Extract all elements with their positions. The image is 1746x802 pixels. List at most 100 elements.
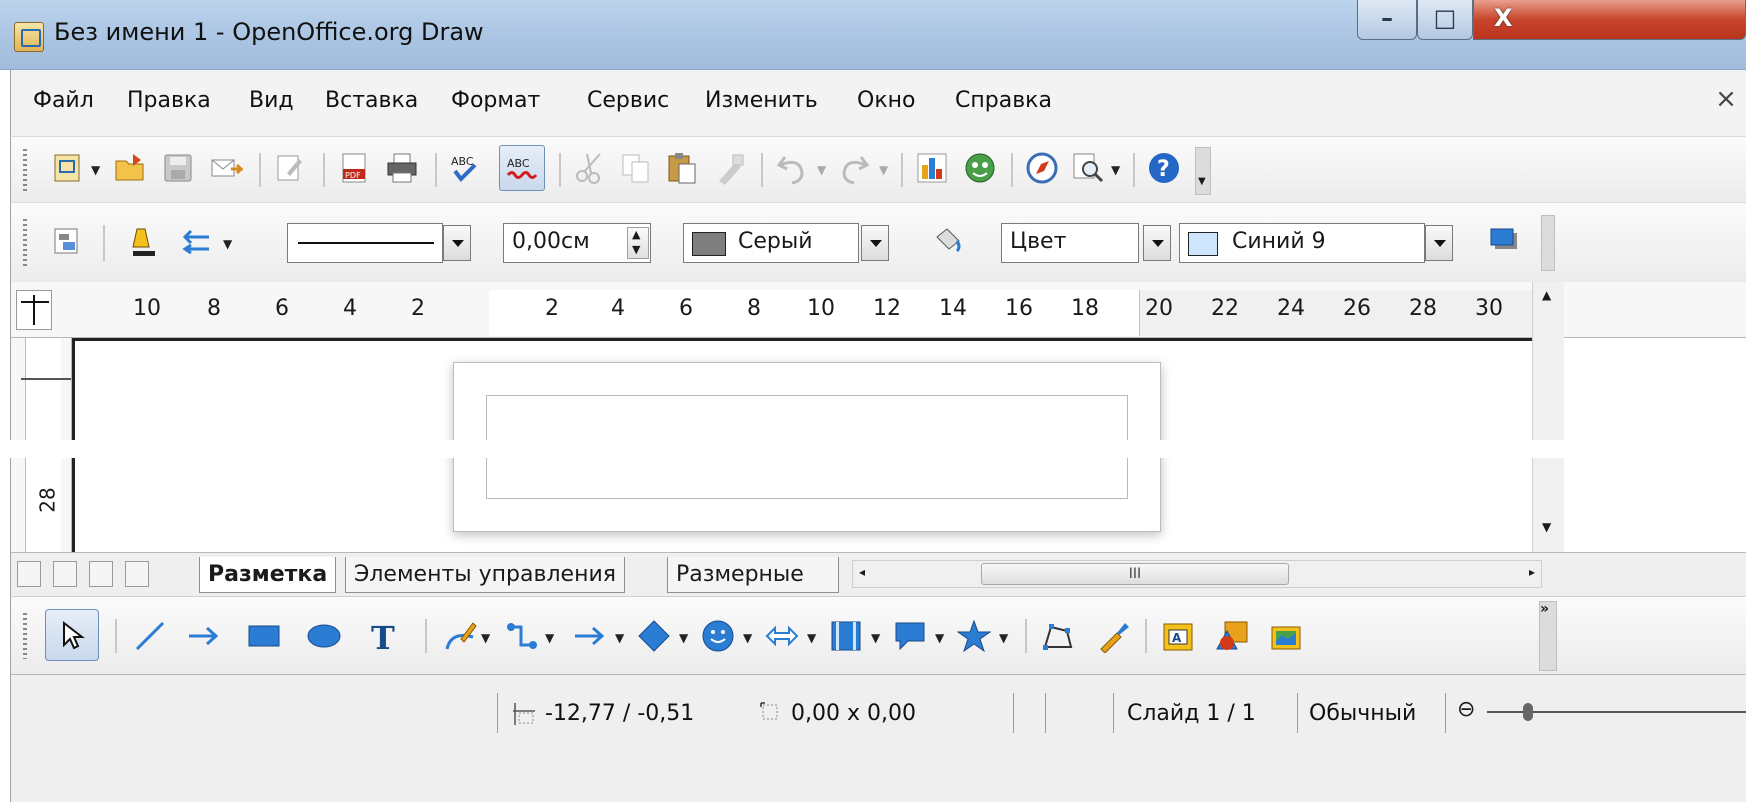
zoom-dropdown-icon[interactable]: ▼	[1111, 163, 1120, 177]
line-color-select[interactable]: Серый	[683, 223, 859, 263]
drawing-toolbar-overflow-button[interactable]: »	[1539, 601, 1557, 671]
arrow-style-dropdown-icon[interactable]: ▼	[223, 237, 232, 251]
close-document-icon[interactable]: ×	[1706, 84, 1746, 114]
save-icon[interactable]	[161, 151, 195, 185]
line-arrow-icon[interactable]	[187, 619, 221, 653]
spellcheck-icon[interactable]: ABC	[449, 151, 483, 185]
curve-dropdown-icon[interactable]: ▼	[481, 631, 490, 645]
fontwork-icon[interactable]: A	[1161, 619, 1195, 653]
flowchart-dropdown-icon[interactable]: ▼	[871, 631, 880, 645]
zoom-out-icon[interactable]: ⊖	[1457, 697, 1475, 722]
open-folder-icon[interactable]	[113, 151, 147, 185]
maximize-button[interactable]: □	[1417, 0, 1473, 40]
edit-file-icon[interactable]	[273, 151, 307, 185]
basic-shapes-dropdown-icon[interactable]: ▼	[679, 631, 688, 645]
horizontal-scrollbar[interactable]: ◂ III ▸	[852, 560, 1542, 588]
gallery-icon[interactable]	[963, 151, 997, 185]
select-button[interactable]	[45, 609, 99, 661]
new-dropdown-icon[interactable]: ▼	[91, 163, 100, 177]
tab-dimension-lines[interactable]: Размерные	[667, 557, 839, 593]
redo-icon[interactable]	[837, 151, 871, 185]
symbol-shapes-icon[interactable]	[701, 619, 735, 653]
stars-dropdown-icon[interactable]: ▼	[999, 631, 1008, 645]
insert-image-icon[interactable]	[1215, 619, 1249, 653]
export-pdf-icon[interactable]: PDF	[337, 151, 371, 185]
basic-shapes-icon[interactable]	[637, 619, 671, 653]
stars-icon[interactable]	[957, 619, 991, 653]
previous-tab-button[interactable]	[53, 561, 77, 587]
menu-help[interactable]: Справка	[955, 88, 1052, 113]
area-fill-icon[interactable]	[931, 223, 965, 257]
connector-dropdown-icon[interactable]: ▼	[545, 631, 554, 645]
area-style-dropdown-button[interactable]	[1143, 225, 1171, 261]
block-arrows-icon[interactable]	[765, 619, 799, 653]
styles-icon[interactable]	[51, 225, 85, 259]
points-icon[interactable]	[1041, 619, 1075, 653]
redo-dropdown-icon[interactable]: ▼	[879, 163, 888, 177]
line-color-dropdown-button[interactable]	[861, 225, 889, 261]
curve-icon[interactable]	[443, 619, 477, 653]
scroll-down-icon[interactable]: ▼	[1542, 520, 1551, 534]
cut-icon[interactable]	[573, 151, 607, 185]
minimize-button[interactable]: –	[1357, 0, 1417, 40]
rectangle-icon[interactable]	[247, 619, 281, 653]
menu-edit[interactable]: Правка	[127, 88, 211, 113]
line-style-dropdown-button[interactable]	[443, 225, 471, 261]
extrusion-icon[interactable]	[1269, 619, 1303, 653]
toolbar-overflow-button[interactable]: ▼	[1195, 147, 1211, 195]
scroll-up-icon[interactable]: ▲	[1542, 288, 1551, 302]
toolbar-overflow-button[interactable]	[1541, 215, 1555, 271]
email-icon[interactable]	[209, 151, 243, 185]
zoom-slider-handle[interactable]	[1523, 703, 1533, 721]
copy-icon[interactable]	[619, 151, 653, 185]
text-tool-icon[interactable]: T	[367, 619, 401, 653]
arrow-lines-icon[interactable]	[573, 619, 607, 653]
chart-icon[interactable]	[915, 151, 949, 185]
menu-modify[interactable]: Изменить	[705, 88, 818, 113]
menu-format[interactable]: Формат	[451, 88, 540, 113]
autospellcheck-button[interactable]: ABC	[499, 145, 545, 191]
vertical-scrollbar[interactable]: ▲ ▼	[1532, 282, 1564, 552]
undo-dropdown-icon[interactable]: ▼	[817, 163, 826, 177]
clone-formatting-icon[interactable]	[713, 151, 747, 185]
callouts-dropdown-icon[interactable]: ▼	[935, 631, 944, 645]
close-button[interactable]: X	[1473, 0, 1746, 40]
first-tab-button[interactable]	[17, 561, 41, 587]
tab-controls[interactable]: Элементы управления	[345, 557, 625, 593]
line-style-select[interactable]	[287, 223, 443, 263]
ruler-origin-button[interactable]	[16, 290, 52, 330]
last-tab-button[interactable]	[125, 561, 149, 587]
menu-file[interactable]: Файл	[33, 88, 94, 113]
connector-icon[interactable]	[505, 619, 539, 653]
flowchart-icon[interactable]	[829, 619, 863, 653]
menu-tools[interactable]: Сервис	[587, 88, 669, 113]
symbol-shapes-dropdown-icon[interactable]: ▼	[743, 631, 752, 645]
paste-icon[interactable]	[665, 151, 699, 185]
scroll-left-icon[interactable]: ◂	[859, 565, 865, 579]
area-style-select[interactable]: Цвет	[1001, 223, 1139, 263]
area-color-dropdown-button[interactable]	[1425, 225, 1453, 261]
horizontal-scroll-thumb[interactable]: III	[981, 563, 1289, 585]
zoom-icon[interactable]	[1071, 151, 1105, 185]
next-tab-button[interactable]	[89, 561, 113, 587]
scroll-right-icon[interactable]: ▸	[1529, 565, 1535, 579]
toolbar-grip[interactable]	[23, 613, 27, 659]
tab-layout[interactable]: Разметка	[199, 557, 337, 593]
callouts-icon[interactable]	[893, 619, 927, 653]
shadow-icon[interactable]	[1487, 225, 1521, 259]
help-icon[interactable]: ?	[1147, 151, 1181, 185]
undo-icon[interactable]	[775, 151, 809, 185]
navigator-icon[interactable]	[1025, 151, 1059, 185]
line-tool-icon[interactable]	[133, 619, 167, 653]
ellipse-icon[interactable]	[307, 619, 341, 653]
area-color-select[interactable]: Синий 9	[1179, 223, 1425, 263]
line-icon[interactable]	[127, 225, 161, 259]
print-icon[interactable]	[385, 151, 419, 185]
glue-points-icon[interactable]	[1097, 619, 1131, 653]
line-width-spinner[interactable]: ▲ ▼	[627, 227, 649, 259]
block-arrows-dropdown-icon[interactable]: ▼	[807, 631, 816, 645]
arrow-style-icon[interactable]	[181, 225, 215, 259]
toolbar-grip[interactable]	[23, 149, 27, 191]
menu-insert[interactable]: Вставка	[325, 88, 418, 113]
menu-view[interactable]: Вид	[249, 88, 294, 113]
